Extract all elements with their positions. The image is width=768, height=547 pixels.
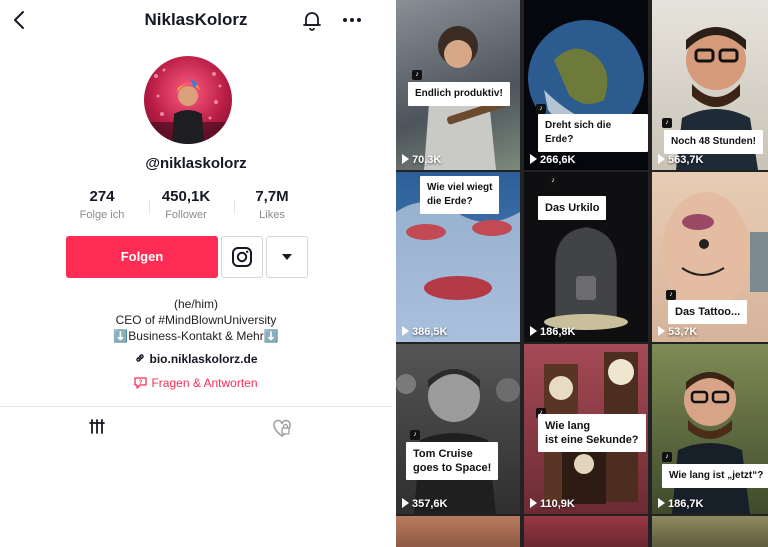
instagram-button[interactable] xyxy=(221,236,263,278)
video-views-count: 186,7K xyxy=(668,498,704,510)
video-caption: Wie lang ist eine Sekunde? xyxy=(538,414,646,452)
tiktok-logo-icon: ♪ xyxy=(662,452,672,462)
tiktok-logo-icon: ♪ xyxy=(412,70,422,80)
play-icon xyxy=(402,154,409,164)
stat-following-label: Folge ich xyxy=(79,209,125,221)
svg-text:?: ? xyxy=(139,380,143,386)
tab-liked[interactable] xyxy=(196,414,392,442)
video-views-count: 53,7K xyxy=(668,326,698,338)
video-views-count: 70,3K xyxy=(412,154,442,166)
tiktok-logo-icon: ♪ xyxy=(666,290,676,300)
video-views: 563,7K xyxy=(658,154,703,166)
video-caption: Noch 48 Stunden! xyxy=(664,130,764,154)
more-options-icon[interactable] xyxy=(340,8,364,32)
video-tile[interactable]: ♪ Tom Cruise goes to Space! 357,6K xyxy=(396,344,520,514)
video-caption: Dreht sich die Erde? xyxy=(538,114,648,152)
video-tile[interactable]: ♪ Noch 48 Stunden! 563,7K xyxy=(652,0,768,170)
play-icon xyxy=(530,498,537,508)
video-tile[interactable]: Wie viel wiegt die Erde? 386,5K xyxy=(396,172,520,342)
video-views: 357,6K xyxy=(402,498,447,510)
video-views: 266,6K xyxy=(530,154,575,166)
video-views: 53,7K xyxy=(658,326,697,338)
video-tile[interactable] xyxy=(396,516,520,547)
stats-row: 274 Folge ich 450,1K Follower 7,7M Likes xyxy=(66,188,326,228)
video-views-count: 186,8K xyxy=(540,326,576,338)
stat-following-value: 274 xyxy=(89,188,115,205)
stat-following[interactable]: 274 Folge ich xyxy=(62,188,142,221)
bio-link-text: bio.niklaskolorz.de xyxy=(149,352,258,366)
video-tile[interactable]: ♪ Das Tattoo... 53,7K xyxy=(652,172,768,342)
video-views: 186,7K xyxy=(658,498,703,510)
follow-button[interactable]: Folgen xyxy=(66,236,218,278)
play-icon xyxy=(658,326,665,336)
avatar[interactable] xyxy=(144,56,232,144)
video-views: 70,3K xyxy=(402,154,441,166)
play-icon xyxy=(402,326,409,336)
play-icon xyxy=(658,498,665,508)
play-icon xyxy=(530,154,537,164)
video-views-count: 563,7K xyxy=(668,154,704,166)
tiktok-logo-icon: ♪ xyxy=(410,430,420,440)
video-views-count: 110,9K xyxy=(540,498,575,510)
videos-grid-icon xyxy=(89,419,105,434)
video-thumbnail xyxy=(672,372,750,514)
video-caption: Tom Cruise goes to Space! xyxy=(406,442,499,480)
question-bubble-icon: ? xyxy=(134,377,148,389)
play-icon xyxy=(658,154,665,164)
video-views-count: 386,5K xyxy=(412,326,448,338)
tab-divider xyxy=(0,406,392,407)
video-views-count: 357,6K xyxy=(412,498,448,510)
video-tile[interactable]: ♪ Endlich produktiv! 70,3K xyxy=(396,0,520,170)
stat-likes[interactable]: 7,7M Likes xyxy=(232,188,312,221)
profile-handle: @niklaskolorz xyxy=(145,155,247,172)
video-views-count: 266,6K xyxy=(540,154,576,166)
video-caption: Endlich produktiv! xyxy=(408,82,510,106)
link-icon xyxy=(136,354,145,362)
tiktok-logo-icon: ♪ xyxy=(662,118,672,128)
video-grid: ♪ Endlich produktiv! 70,3K ♪ Dreht sich … xyxy=(396,0,768,547)
profile-title: NiklasKolorz xyxy=(144,10,248,29)
bell-icon[interactable] xyxy=(300,8,324,32)
video-tile[interactable]: ♪ Dreht sich die Erde? 266,6K xyxy=(524,0,648,170)
stat-followers-label: Follower xyxy=(165,209,207,221)
stat-likes-label: Likes xyxy=(259,209,285,221)
stat-followers-value: 450,1K xyxy=(161,188,211,205)
liked-heart-icon xyxy=(273,419,291,437)
bio-line-pronouns: (he/him) xyxy=(173,297,218,311)
video-thumbnail xyxy=(396,369,520,514)
play-icon xyxy=(402,498,409,508)
bio-line-role: CEO of #MindBlownUniversity xyxy=(115,313,277,327)
video-tile[interactable] xyxy=(652,516,768,547)
video-caption: Wie lang ist „jetzt“? xyxy=(662,464,768,488)
bio-line-contact: ⬇️Business-Kontakt & Mehr⬇️ xyxy=(113,329,279,343)
video-caption: Das Tattoo... xyxy=(668,300,748,324)
video-caption: Das Urkilo xyxy=(538,196,607,220)
suggested-accounts-dropdown[interactable] xyxy=(266,236,308,278)
qa-link[interactable]: ? Fragen & Antworten xyxy=(0,376,392,390)
stat-likes-value: 7,7M xyxy=(255,188,289,205)
top-bar: NiklasKolorz xyxy=(0,0,392,40)
caret-down-icon xyxy=(282,254,292,260)
stat-followers[interactable]: 450,1K Follower xyxy=(146,188,226,221)
video-views: 386,5K xyxy=(402,326,447,338)
video-tile[interactable]: ♪ Wie lang ist eine Sekunde? 110,9K xyxy=(524,344,648,514)
tab-videos[interactable] xyxy=(0,414,196,442)
tiktok-logo-icon: ♪ xyxy=(536,104,546,114)
video-tile[interactable] xyxy=(524,516,648,547)
qa-link-text: Fragen & Antworten xyxy=(151,376,258,390)
profile-pane: NiklasKolorz @niklaskolorz 274 Folge ich xyxy=(0,0,392,547)
bio-link[interactable]: bio.niklaskolorz.de xyxy=(0,352,392,366)
tiktok-logo-icon: ♪ xyxy=(548,176,558,186)
video-views: 110,9K xyxy=(530,498,575,510)
video-tile[interactable]: ♪ Das Urkilo 186,8K xyxy=(524,172,648,342)
video-views: 186,8K xyxy=(530,326,575,338)
video-tile[interactable]: ♪ Wie lang ist „jetzt“? 186,7K xyxy=(652,344,768,514)
play-icon xyxy=(530,326,537,336)
video-caption: Wie viel wiegt die Erde? xyxy=(420,176,500,214)
instagram-icon xyxy=(232,247,252,267)
